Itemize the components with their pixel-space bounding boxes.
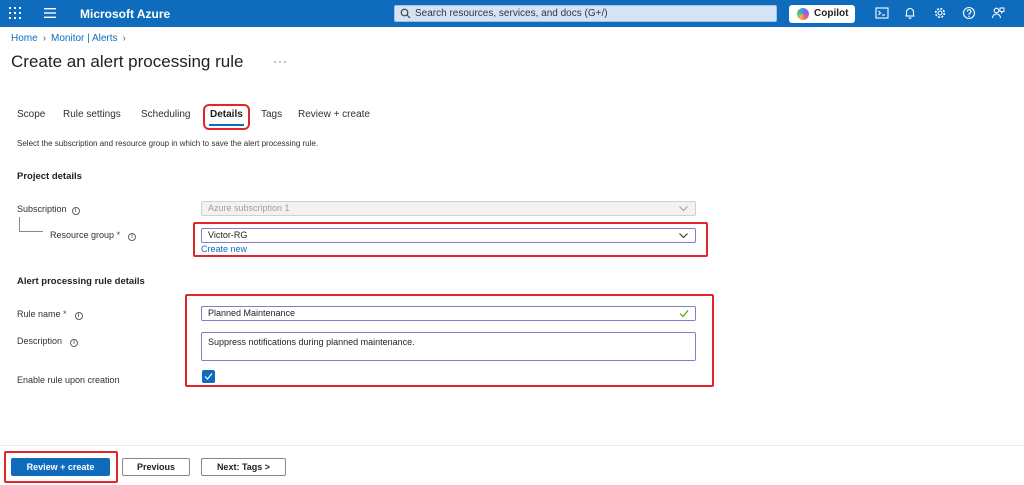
settings-icon[interactable]: [933, 6, 947, 20]
required-marker: *: [116, 230, 121, 240]
highlight-resource-group: [193, 222, 708, 257]
intro-text: Select the subscription and resource gro…: [17, 139, 319, 148]
tree-connector: [19, 231, 43, 232]
waffle-icon[interactable]: [8, 6, 22, 20]
project-details-heading: Project details: [17, 171, 82, 182]
tab-scope[interactable]: Scope: [17, 109, 45, 120]
subscription-dropdown: Azure subscription 1: [201, 201, 696, 216]
copilot-icon: [797, 8, 809, 20]
tab-review-create[interactable]: Review + create: [298, 109, 370, 120]
search-placeholder: Search resources, services, and docs (G+…: [415, 8, 608, 19]
copilot-button[interactable]: Copilot: [789, 5, 855, 23]
page-title: Create an alert processing rule: [11, 52, 244, 71]
info-icon[interactable]: i: [70, 339, 79, 347]
more-options-button[interactable]: ···: [273, 54, 288, 68]
highlight-details-tab: [203, 104, 250, 130]
breadcrumb: Home › Monitor | Alerts ›: [11, 33, 131, 44]
enable-rule-label: Enable rule upon creation: [17, 375, 120, 385]
menu-icon[interactable]: [44, 8, 56, 18]
copilot-label: Copilot: [814, 8, 849, 19]
subscription-label: Subscription i: [17, 204, 80, 215]
next-tags-button[interactable]: Next: Tags >: [201, 458, 286, 476]
info-icon[interactable]: i: [71, 207, 80, 215]
search-icon: [400, 8, 411, 19]
brand-title[interactable]: Microsoft Azure: [80, 7, 170, 21]
cloud-shell-icon[interactable]: [875, 6, 889, 20]
required-marker: *: [63, 309, 67, 319]
footer-divider: [0, 445, 1024, 446]
search-input[interactable]: Search resources, services, and docs (G+…: [394, 5, 777, 22]
tab-tags[interactable]: Tags: [261, 109, 282, 120]
tab-rule-settings[interactable]: Rule settings: [63, 109, 121, 120]
help-icon[interactable]: [962, 6, 976, 20]
chevron-right-icon: ›: [122, 33, 126, 44]
tab-scheduling[interactable]: Scheduling: [141, 109, 190, 120]
description-label: Description i: [17, 336, 79, 347]
tree-connector: [19, 217, 20, 231]
rule-name-label: Rule name * i: [17, 309, 83, 320]
info-icon[interactable]: i: [128, 233, 137, 241]
breadcrumb-home[interactable]: Home: [11, 33, 38, 44]
info-icon[interactable]: i: [74, 312, 83, 320]
chevron-down-icon: [679, 206, 688, 212]
breadcrumb-monitor-alerts[interactable]: Monitor | Alerts: [51, 33, 118, 44]
resource-group-label: Resource group * i: [50, 230, 137, 241]
highlight-rule-details: [185, 294, 714, 387]
previous-button[interactable]: Previous: [122, 458, 190, 476]
feedback-icon[interactable]: [991, 6, 1005, 20]
rule-details-heading: Alert processing rule details: [17, 276, 145, 287]
subscription-value: Azure subscription 1: [208, 203, 290, 213]
chevron-right-icon: ›: [42, 33, 47, 44]
notifications-icon[interactable]: [903, 6, 917, 20]
highlight-review-create: [4, 451, 118, 483]
top-bar: Microsoft Azure Search resources, servic…: [0, 0, 1024, 27]
